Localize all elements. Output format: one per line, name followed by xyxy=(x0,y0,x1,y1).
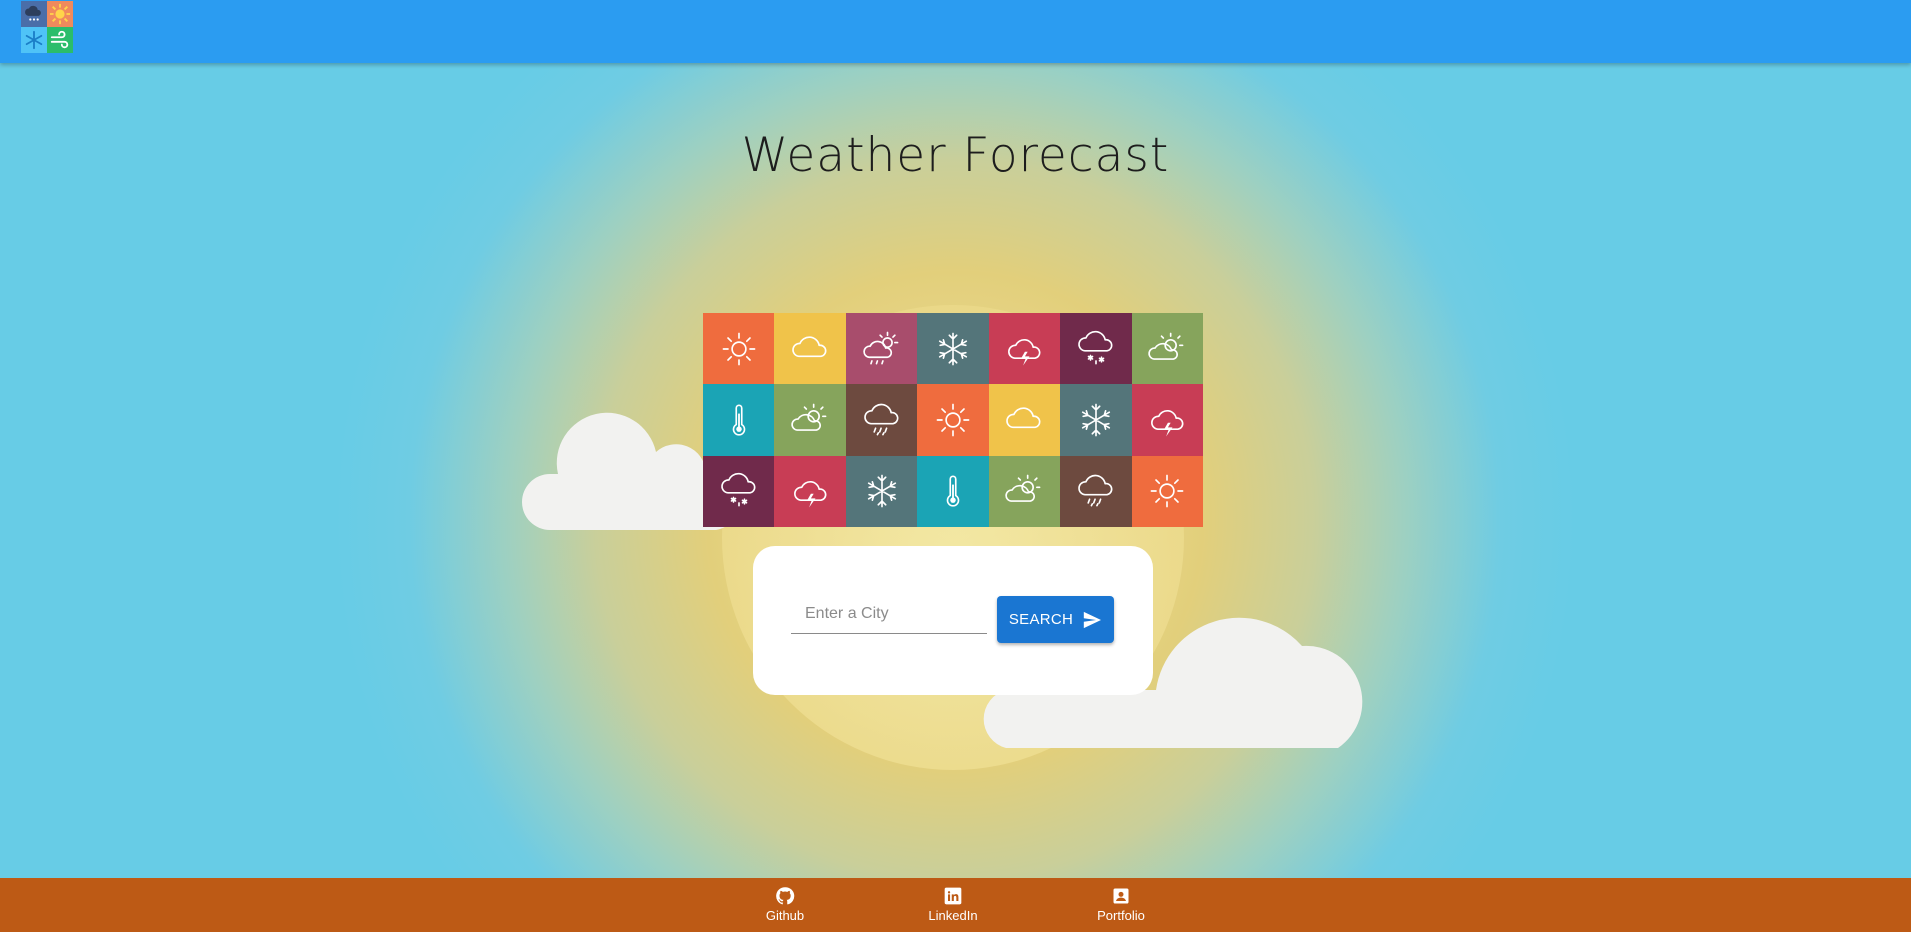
linkedin-link[interactable]: LinkedIn xyxy=(913,886,993,923)
weather-tile xyxy=(1131,455,1203,527)
city-input[interactable] xyxy=(791,594,987,634)
app-bar xyxy=(0,0,1911,63)
snow-cloud-icon xyxy=(1078,330,1113,365)
weather-tile xyxy=(988,313,1061,385)
snow-cloud-icon xyxy=(21,1,47,27)
weather-tile xyxy=(703,455,775,527)
sun-icon xyxy=(1150,474,1184,508)
search-card: SEARCH xyxy=(753,546,1153,695)
github-label: Github xyxy=(765,908,805,923)
snowflake-icon xyxy=(1081,403,1110,437)
weather-tile xyxy=(703,313,775,385)
cloud-icon xyxy=(792,336,827,357)
search-button-label: SEARCH xyxy=(1008,611,1074,628)
snowflake-icon xyxy=(938,332,968,366)
rain-cloud-icon xyxy=(1078,475,1113,507)
linkedin-icon xyxy=(944,887,962,905)
weather-tile xyxy=(1060,313,1132,385)
thermometer-icon xyxy=(946,475,960,507)
snow-cloud-icon xyxy=(720,473,756,507)
sun-cloud-rain-icon xyxy=(862,331,898,365)
weather-tile xyxy=(774,455,846,527)
weather-tile xyxy=(988,384,1061,456)
weather-tile xyxy=(845,313,918,385)
weather-tile xyxy=(917,313,989,385)
partly-cloudy-icon xyxy=(791,403,827,431)
cloud-icon xyxy=(1006,407,1041,429)
send-icon xyxy=(1083,611,1102,628)
weather-tile xyxy=(845,384,918,456)
footer: Github LinkedIn Portfolio xyxy=(0,878,1911,932)
weather-tile xyxy=(1131,384,1203,456)
app-logo[interactable] xyxy=(21,1,73,53)
thunderstorm-icon xyxy=(794,481,827,508)
portfolio-icon xyxy=(1113,888,1129,904)
rain-cloud-icon xyxy=(863,403,899,436)
search-button[interactable]: SEARCH xyxy=(997,596,1114,643)
weather-tile xyxy=(845,455,918,527)
portfolio-label: Portfolio xyxy=(1097,908,1145,923)
wind-icon xyxy=(47,27,73,53)
linkedin-label: LinkedIn xyxy=(928,908,978,923)
weather-tile xyxy=(774,313,846,385)
github-link[interactable]: Github xyxy=(745,886,825,923)
page-title: Weather Forecast xyxy=(741,128,1170,183)
weather-tile xyxy=(774,384,846,456)
thunderstorm-icon xyxy=(1008,338,1041,366)
weather-tile xyxy=(1060,384,1132,456)
thunderstorm-icon xyxy=(1151,409,1184,437)
snowflake-icon xyxy=(867,474,896,508)
weather-tile xyxy=(1060,455,1132,527)
partly-cloudy-icon xyxy=(1005,474,1041,503)
weather-icon-grid xyxy=(703,313,1203,527)
weather-tile xyxy=(988,455,1061,527)
weather-tile xyxy=(917,384,989,456)
sun-icon xyxy=(47,1,73,27)
sun-icon xyxy=(936,403,970,437)
weather-tile xyxy=(703,384,775,456)
portfolio-link[interactable]: Portfolio xyxy=(1081,886,1161,923)
weather-tile xyxy=(917,455,989,527)
sun-icon xyxy=(722,332,756,366)
github-icon xyxy=(776,887,795,905)
thermometer-icon xyxy=(732,404,746,436)
snowflake-icon xyxy=(21,27,47,53)
partly-cloudy-icon xyxy=(1148,332,1184,360)
weather-tile xyxy=(1131,313,1203,385)
